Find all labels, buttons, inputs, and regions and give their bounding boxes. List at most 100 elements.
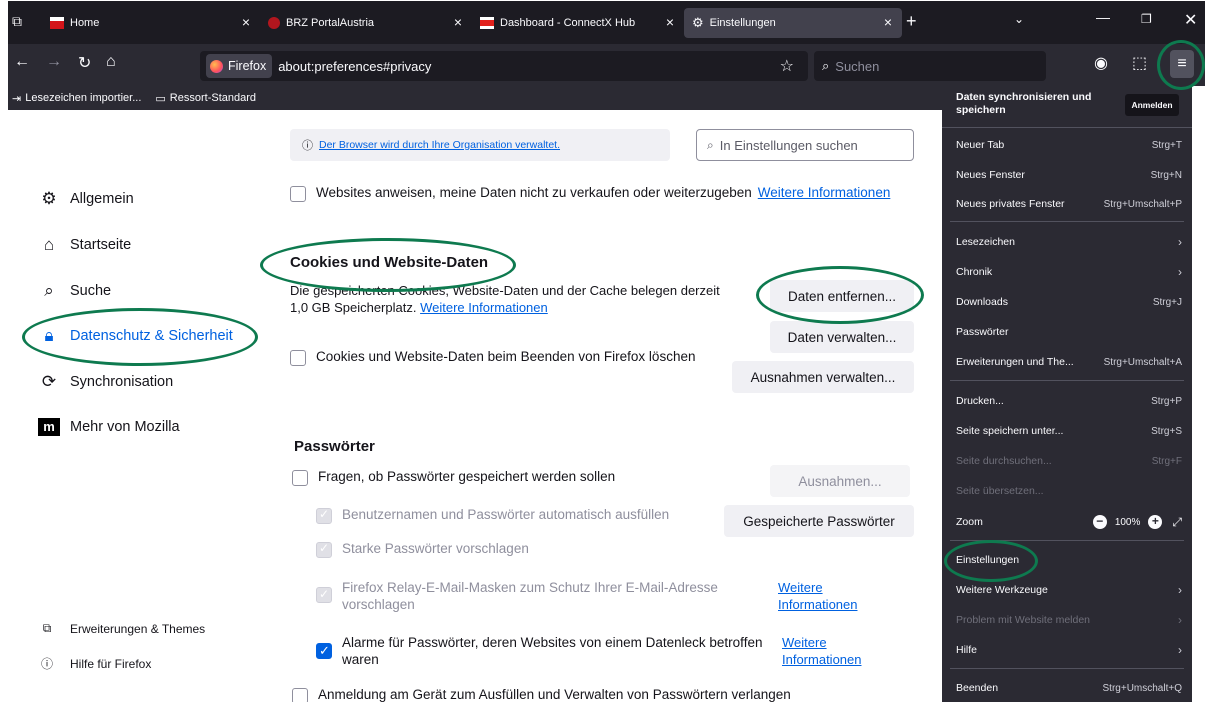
manage-data-button[interactable]: Daten verwalten... (770, 321, 914, 353)
zoom-in-icon[interactable]: + (1148, 515, 1163, 529)
menu-item-find-in-page[interactable]: Seite durchsuchen... Strg+F (942, 450, 1192, 472)
forward-icon[interactable]: → (46, 53, 62, 71)
menu-item-label: Lesezeichen (956, 236, 1015, 248)
manage-exceptions-button[interactable]: Ausnahmen verwalten... (732, 361, 914, 393)
sidebar-help-link[interactable]: ⓘ Hilfe für Firefox (38, 655, 151, 672)
url-text[interactable]: about:preferences#privacy (278, 59, 431, 74)
saved-passwords-button[interactable]: Gespeicherte Passwörter (724, 505, 914, 537)
find-placeholder: In Einstellungen suchen (719, 137, 858, 153)
menu-item-help[interactable]: Hilfe › (942, 639, 1192, 661)
chevron-right-icon: › (1178, 643, 1182, 657)
ask-save-checkbox[interactable] (292, 470, 308, 486)
sidebar-extensions-link[interactable]: ⧉ Erweiterungen & Themes (38, 621, 205, 636)
relay-learn-more-link[interactable]: Weitere Informationen (778, 579, 888, 613)
extensions-icon[interactable]: ⬚ (1132, 53, 1147, 73)
identity-box[interactable]: Firefox (206, 54, 273, 78)
menu-item-print[interactable]: Drucken... Strg+P (942, 390, 1192, 412)
device-auth-checkbox[interactable] (292, 688, 308, 702)
menu-item-downloads[interactable]: Downloads Strg+J (942, 291, 1192, 313)
sidebar-item-suche[interactable]: ⌕ Suche (38, 281, 111, 301)
hamburger-menu-icon[interactable]: ≡ (1170, 50, 1194, 78)
restore-icon[interactable]: ❐ (1141, 12, 1152, 26)
sidebar-item-mozilla[interactable]: m Mehr von Mozilla (38, 418, 180, 436)
breach-alerts-checkbox[interactable] (316, 642, 332, 659)
new-tab-icon[interactable]: + (906, 11, 917, 32)
menu-item-settings[interactable]: Einstellungen (942, 549, 1192, 571)
reload-icon[interactable]: ↻ (78, 53, 91, 73)
close-icon[interactable]: × (884, 14, 892, 30)
managed-notice: ⓘ Der Browser wird durch Ihre Organisati… (290, 129, 670, 161)
menu-item-new-tab[interactable]: Neuer Tab Strg+T (942, 134, 1192, 156)
account-icon[interactable]: ◉ (1094, 53, 1108, 73)
chevron-down-icon[interactable]: ⌄ (1014, 12, 1024, 26)
gear-icon: ⚙ (41, 189, 57, 208)
bookmark-star-icon[interactable]: ☆ (780, 56, 794, 76)
clear-data-button[interactable]: Daten entfernen... (770, 280, 914, 312)
relay-checkbox[interactable] (316, 586, 332, 603)
sign-in-button[interactable]: Anmelden (1125, 94, 1179, 116)
delete-on-close-checkbox[interactable] (290, 350, 306, 366)
managed-notice-link[interactable]: Der Browser wird durch Ihre Organisation… (319, 139, 560, 151)
sidebar-item-synchronisation[interactable]: ⟳ Synchronisation (38, 372, 173, 392)
password-exceptions-button[interactable]: Ausnahmen... (770, 465, 910, 497)
menu-item-report-site[interactable]: Problem mit Website melden › (942, 609, 1192, 631)
menu-item-label: Beenden (956, 682, 999, 694)
menu-item-label: Neues Fenster (956, 169, 1025, 181)
lock-icon: 🔒︎ (44, 326, 54, 345)
menu-item-label: Neues privates Fenster (956, 198, 1065, 210)
sync-icon: ⟳ (41, 372, 57, 391)
tab-home[interactable]: Home × (42, 8, 260, 38)
breach-learn-more-link[interactable]: Weitere Informationen (782, 634, 892, 668)
suggest-strong-checkbox[interactable] (316, 541, 332, 558)
tab-brz-portal[interactable]: BRZ PortalAustria × (260, 8, 472, 38)
tab-dashboard[interactable]: Dashboard - ConnectX Hub × (472, 8, 684, 38)
menu-item-bookmarks[interactable]: Lesezeichen › (942, 231, 1192, 253)
close-icon[interactable]: × (666, 14, 674, 30)
menu-item-save-page[interactable]: Seite speichern unter... Strg+S (942, 420, 1192, 442)
gear-icon: ⚙ (692, 15, 704, 30)
url-bar[interactable]: Firefox about:preferences#privacy ☆ (200, 51, 808, 81)
autofill-row: Benutzernamen und Passwörter automatisch… (316, 507, 669, 524)
home-icon[interactable]: ⌂ (106, 53, 116, 71)
close-icon[interactable]: × (242, 14, 250, 30)
tab-einstellungen[interactable]: ⚙ Einstellungen × (684, 8, 902, 38)
gpc-learn-more-link[interactable]: Weitere Informationen (758, 185, 891, 200)
menu-item-label: Problem mit Website melden (956, 614, 1091, 626)
menu-item-passwords[interactable]: Passwörter (942, 321, 1192, 343)
window-close-icon[interactable]: ✕ (1184, 10, 1197, 30)
minimize-icon[interactable]: — (1096, 9, 1110, 25)
chevron-right-icon: › (1178, 235, 1182, 249)
ask-save-label: Fragen, ob Passwörter gespeichert werden… (318, 469, 616, 484)
sidebar-item-startseite[interactable]: ⌂ Startseite (38, 235, 131, 255)
bookmark-label: Lesezeichen importier... (25, 92, 142, 104)
back-icon[interactable]: ← (14, 53, 30, 71)
autofill-checkbox[interactable] (316, 507, 332, 524)
menu-item-private-window[interactable]: Neues privates Fenster Strg+Umschalt+P (942, 193, 1192, 215)
chevron-right-icon: › (1178, 265, 1182, 279)
puzzle-icon: ⧉ (42, 621, 52, 635)
menu-item-translate[interactable]: Seite übersetzen... (942, 480, 1192, 502)
tab-list-icon[interactable]: ⧉ (12, 13, 22, 30)
menu-item-shortcut: Strg+N (1150, 169, 1182, 181)
zoom-out-icon[interactable]: − (1092, 515, 1107, 529)
search-bar[interactable]: ⌕ Suchen (814, 51, 1046, 81)
fullscreen-icon[interactable]: ⤢ (1172, 515, 1182, 530)
sidebar-item-datenschutz[interactable]: 🔒︎ Datenschutz & Sicherheit (38, 326, 232, 346)
sync-header: Daten synchronisieren und speichern Anme… (942, 84, 1192, 128)
gpc-checkbox[interactable] (290, 186, 306, 202)
zoom-level[interactable]: 100% (1115, 517, 1141, 528)
preferences-page: ⚙ Allgemein ⌂ Startseite ⌕ Suche 🔒︎ Date… (8, 110, 942, 702)
bookmark-folder-ressort[interactable]: ▭ Ressort-Standard (155, 92, 256, 105)
menu-item-new-window[interactable]: Neues Fenster Strg+N (942, 164, 1192, 186)
menu-item-quit[interactable]: Beenden Strg+Umschalt+Q (942, 677, 1192, 699)
cookies-learn-more-link[interactable]: Weitere Informationen (420, 300, 548, 315)
bookmarks-toolbar: ⇥ Lesezeichen importier... ▭ Ressort-Sta… (8, 86, 942, 110)
menu-item-more-tools[interactable]: Weitere Werkzeuge › (942, 579, 1192, 601)
close-icon[interactable]: × (454, 14, 462, 30)
sidebar-item-label: Mehr von Mozilla (70, 419, 180, 435)
sidebar-item-allgemein[interactable]: ⚙ Allgemein (38, 189, 133, 209)
menu-item-extensions[interactable]: Erweiterungen und The... Strg+Umschalt+A (942, 351, 1192, 373)
bookmark-import[interactable]: ⇥ Lesezeichen importier... (12, 92, 141, 105)
menu-item-history[interactable]: Chronik › (942, 261, 1192, 283)
find-in-settings-input[interactable]: ⌕ In Einstellungen suchen (696, 129, 914, 161)
